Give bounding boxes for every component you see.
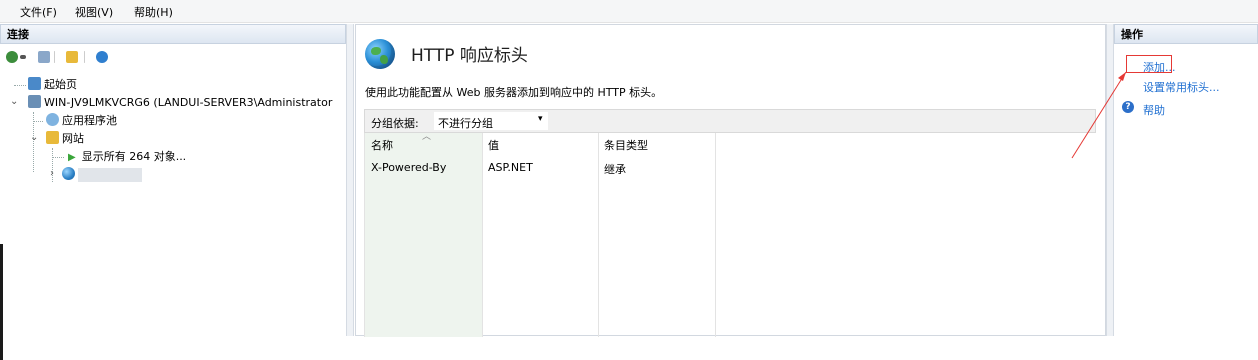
tree-label: 网站 bbox=[62, 132, 84, 145]
window-edge bbox=[0, 244, 3, 360]
tree-label: 起始页 bbox=[44, 78, 77, 91]
connections-header: 连接 bbox=[0, 24, 346, 44]
play-icon: ▶ bbox=[68, 152, 76, 163]
menu-bar: 文件(F) 视图(V) 帮助(H) bbox=[0, 0, 1258, 23]
globe-icon bbox=[62, 167, 75, 180]
start-page-icon bbox=[28, 77, 41, 90]
menu-help[interactable]: 帮助(H) bbox=[134, 4, 173, 20]
tree-label: 显示所有 264 对象... bbox=[81, 150, 187, 163]
chevron-down-icon: ▾ bbox=[538, 114, 543, 124]
help-link[interactable]: 帮助 bbox=[1143, 102, 1165, 118]
folder-icon bbox=[46, 131, 59, 144]
feature-pane: HTTP 响应标头 使用此功能配置从 Web 服务器添加到响应中的 HTTP 标… bbox=[355, 24, 1106, 337]
toolbar-separator bbox=[54, 51, 55, 63]
server-icon bbox=[28, 95, 41, 108]
tree-item-server[interactable]: WIN-JV9LMKVCRG6 (LANDUI-SERVER3\Administ… bbox=[28, 94, 332, 112]
globe-icon bbox=[365, 39, 395, 69]
feature-description: 使用此功能配置从 Web 服务器添加到响应中的 HTTP 标头。 bbox=[365, 86, 663, 99]
remove-connection-icon[interactable] bbox=[96, 51, 108, 63]
column-value: 值 ASP.NET bbox=[482, 133, 599, 337]
chevron-down-icon[interactable]: ⌄ bbox=[10, 96, 18, 107]
connections-pane: 连接 起始页 ⌄ WIN-JV9LMKVCRG6 (LANDUI-SERVER3… bbox=[0, 24, 346, 360]
connect-icon[interactable] bbox=[6, 51, 18, 63]
tree-item-start-page[interactable]: 起始页 bbox=[28, 76, 77, 94]
column-header-value[interactable]: 值 bbox=[488, 137, 499, 153]
tree-label: 应用程序池 bbox=[62, 114, 117, 127]
group-by-bar: 分组依据: 不进行分组 ▾ bbox=[364, 109, 1096, 133]
sort-icon: ︿ bbox=[422, 132, 432, 142]
column-name: ︿ 名称 X-Powered-By bbox=[365, 132, 483, 337]
set-common-headers-link[interactable]: 设置常用标头... bbox=[1143, 79, 1220, 95]
dropdown-icon[interactable] bbox=[20, 55, 26, 59]
tree-item-site[interactable]: … bbox=[62, 166, 142, 184]
group-by-label: 分组依据: bbox=[371, 117, 419, 130]
tree-label-blurred: … bbox=[78, 168, 142, 182]
group-by-value: 不进行分组 bbox=[438, 117, 493, 130]
group-by-select[interactable]: 不进行分组 ▾ bbox=[433, 111, 549, 131]
page-title: HTTP 响应标头 bbox=[411, 46, 528, 66]
actions-header: 操作 bbox=[1114, 24, 1258, 44]
tree-item-app-pools[interactable]: 应用程序池 bbox=[46, 112, 117, 130]
save-icon[interactable] bbox=[38, 51, 50, 63]
menu-file[interactable]: 文件(F) bbox=[20, 4, 57, 20]
splitter-left[interactable] bbox=[346, 24, 354, 336]
connections-toolbar bbox=[0, 46, 346, 68]
toolbar-separator bbox=[84, 51, 85, 63]
annotation-arrow bbox=[1071, 71, 1127, 159]
column-header-type[interactable]: 条目类型 bbox=[604, 137, 648, 153]
app-pool-icon bbox=[46, 113, 59, 126]
up-folder-icon[interactable] bbox=[66, 51, 78, 63]
table-cell-type[interactable]: 继承 bbox=[604, 161, 626, 177]
headers-table: ︿ 名称 X-Powered-By 值 ASP.NET 条目类型 继承 bbox=[364, 132, 1097, 337]
chevron-right-icon[interactable]: › bbox=[50, 168, 54, 179]
menu-view[interactable]: 视图(V) bbox=[75, 4, 113, 20]
tree-item-sites[interactable]: 网站 bbox=[46, 130, 84, 148]
column-header-name[interactable]: 名称 bbox=[371, 137, 393, 153]
table-cell-value[interactable]: ASP.NET bbox=[488, 161, 533, 174]
column-type: 条目类型 继承 bbox=[598, 133, 716, 337]
chevron-down-icon[interactable]: ⌄ bbox=[30, 132, 38, 143]
table-cell-name[interactable]: X-Powered-By bbox=[371, 161, 446, 174]
tree-label: WIN-JV9LMKVCRG6 (LANDUI-SERVER3\Administ… bbox=[44, 96, 333, 109]
tree-item-show-all[interactable]: ▶ 显示所有 264 对象... bbox=[68, 148, 186, 166]
